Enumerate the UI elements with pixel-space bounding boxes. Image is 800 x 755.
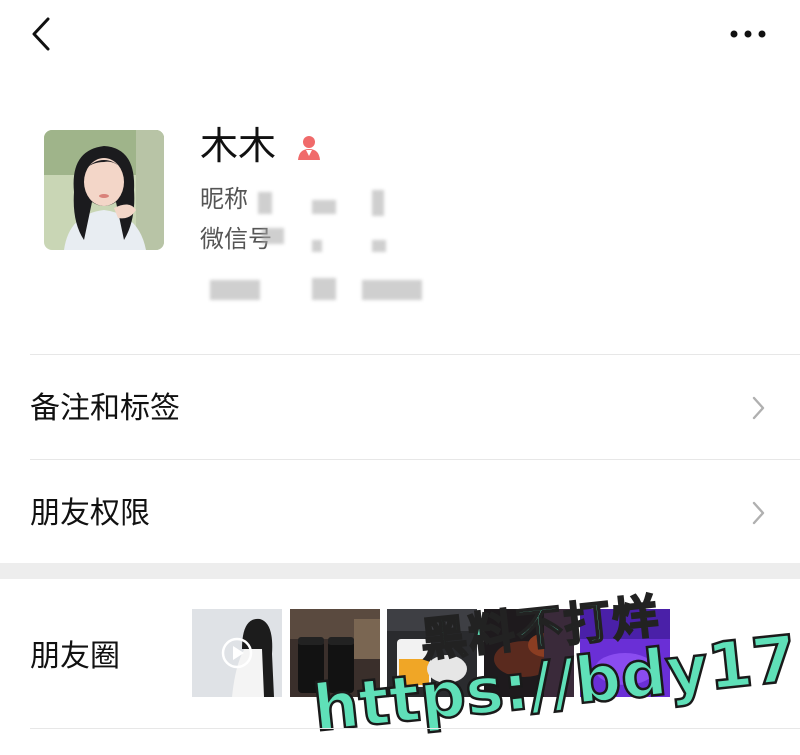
section-gap (0, 563, 800, 579)
row-label: 备注和标签 (30, 391, 180, 426)
chevron-left-icon (32, 17, 50, 51)
back-button[interactable] (28, 16, 58, 52)
row-label: 朋友圈 (30, 639, 120, 674)
censor-block (312, 278, 336, 300)
censor-block (312, 200, 336, 214)
row-friend-permissions[interactable]: 朋友权限 (0, 460, 800, 564)
row-label: 朋友权限 (30, 496, 150, 531)
divider (30, 728, 800, 729)
censor-block (312, 240, 322, 252)
moment-thumbnail[interactable] (192, 609, 282, 697)
censor-block (210, 280, 260, 300)
profile-name: 木木 (200, 124, 277, 168)
row-remarks-and-tags[interactable]: 备注和标签 (0, 355, 800, 459)
avatar-photo (44, 130, 164, 250)
chevron-right-icon (752, 396, 765, 420)
censor-block (372, 240, 386, 252)
censor-block (372, 190, 384, 216)
censor-block (362, 280, 422, 300)
censor-block (258, 192, 272, 214)
censor-block (262, 228, 284, 244)
avatar[interactable] (44, 130, 164, 250)
more-options-button[interactable] (726, 20, 770, 48)
nickname-label: 昵称 (200, 185, 248, 213)
chevron-right-icon (752, 501, 765, 525)
female-icon (294, 134, 324, 162)
top-bar (0, 0, 800, 70)
more-horizontal-icon (730, 30, 766, 38)
